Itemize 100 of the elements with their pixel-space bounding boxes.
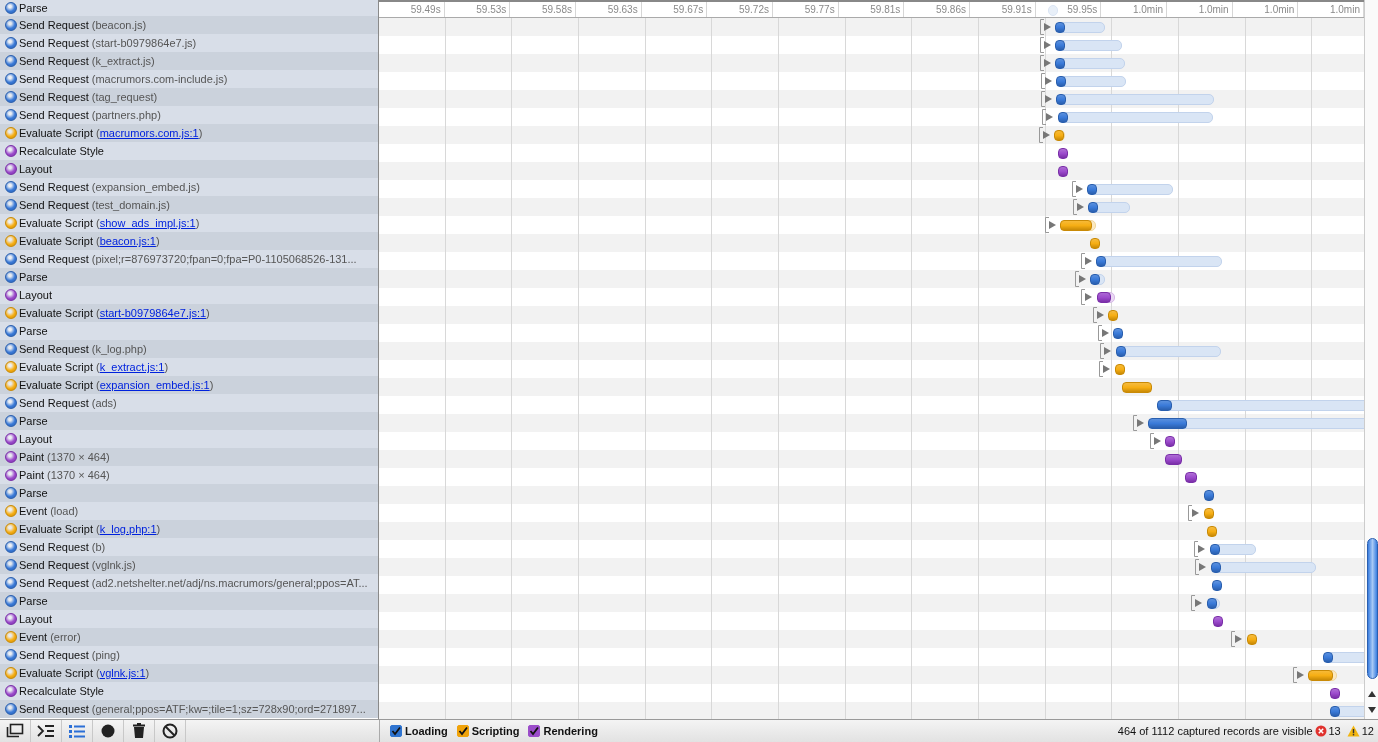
record-label: Send Request (k_extract.js) [19,55,155,67]
checkbox[interactable] [390,725,402,737]
record-type-icon [5,685,17,697]
status-text: 464 of 1112 captured records are visible [1117,725,1313,737]
record-type-icon [5,325,17,337]
record-bar [1088,202,1130,213]
record-type-icon [5,667,17,679]
record-type-icon [5,595,17,607]
record-type-icon [5,559,17,571]
record-bar [1113,328,1121,339]
scroll-thumb[interactable] [1367,538,1378,679]
expand-toggle[interactable] [1040,19,1053,35]
source-link[interactable]: beacon.js:1 [99,235,156,247]
tick-label: 59.67s [673,4,704,15]
record-type-icon [5,631,17,643]
record-bar [1060,220,1096,231]
expand-toggle[interactable] [1039,127,1052,143]
record-label: Send Request (b) [19,541,106,553]
expand-toggle[interactable] [1081,253,1094,269]
expand-toggle[interactable] [1040,55,1053,71]
error-count: 13 [1328,725,1341,737]
tick-label: 1.0min [1198,4,1229,15]
record-bar [1308,670,1337,681]
record-bar [1090,238,1098,249]
record-bar [1207,598,1220,609]
record-type-icon [5,379,17,391]
record-bar [1210,544,1256,555]
record-label: Parse [19,1,48,14]
record-label: Parse [19,415,48,427]
expand-toggle[interactable] [1093,307,1106,323]
expand-toggle[interactable] [1041,91,1054,107]
error-icon[interactable] [1314,725,1327,737]
record-type-icon [5,451,17,463]
record-label: Evaluate Script (k_extract.js:1) [19,361,169,373]
checkbox[interactable] [456,725,469,737]
record-type-icon [5,505,17,517]
record-label: Parse [19,487,48,499]
record-type-icon [5,649,17,661]
expand-toggle[interactable] [1073,199,1086,215]
expand-toggle[interactable] [1075,271,1088,287]
record-type-icon [5,613,17,625]
expand-toggle[interactable] [1150,433,1163,449]
record-type-icon [5,271,17,283]
record-label: Send Request (tag_request) [19,91,158,103]
tick-label: 1.0min [1329,4,1360,15]
filter-checkbox[interactable]: Rendering [528,725,598,737]
record-bar [1204,508,1212,519]
record-type-icon [5,253,17,265]
record-label: Parse [19,595,48,607]
record-bar [1204,490,1212,501]
expand-toggle[interactable] [1293,667,1306,683]
record-label: Parse [19,271,48,283]
record-label: Send Request (ad2.netshelter.net/adj/ns.macrumors/general;ppos=AT... [19,577,368,589]
source-link[interactable]: k_extract.js:1 [99,361,165,373]
record-type-icon [5,199,17,211]
record-bar [1056,76,1126,87]
window-icon [5,722,25,740]
record-type-icon [5,361,17,373]
source-link[interactable]: vglnk.js:1 [99,667,146,679]
filter-checkbox[interactable]: Loading [390,725,448,737]
record-bar [1058,148,1066,159]
source-link[interactable]: k_log.php:1 [99,523,157,535]
tick-label: 59.63s [607,4,638,15]
record-label: Evaluate Script (beacon.js:1) [19,235,160,247]
expand-toggle[interactable] [1040,37,1053,53]
record-label: Send Request (general;ppos=ATF;kw=;tile=1;sz=728x90;ord=271897... [19,703,366,715]
record-bar [1055,58,1125,69]
source-link[interactable]: expansion_embed.js:1 [99,379,210,391]
record-type-icon [5,19,17,31]
warning-icon[interactable] [1346,725,1360,737]
record-label: Event (error) [19,631,81,643]
record-bar [1055,22,1105,33]
console-icon [36,722,56,740]
expand-toggle[interactable] [1041,73,1054,89]
record-label: Layout [19,613,53,625]
record-type-icon [5,343,17,355]
record-label: Evaluate Script (macrumors.com.js:1) [19,127,203,139]
record-label: Recalculate Style [19,685,104,697]
expand-toggle[interactable] [1098,325,1111,341]
expand-toggle[interactable] [1045,217,1058,233]
record-bar [1213,616,1221,627]
checkbox[interactable] [528,725,541,737]
record-label: Send Request (ads) [19,397,117,409]
record-bar [1115,364,1125,375]
scrollbar[interactable] [1364,0,1378,719]
filter-checkbox[interactable]: Scripting [456,725,520,737]
expand-toggle[interactable] [1133,415,1146,431]
record-type-icon [5,577,17,589]
tick-label: 59.81s [870,4,901,15]
record-bar [1055,40,1122,51]
record-bar [1165,454,1182,465]
record-bar [1058,166,1066,177]
record-type-icon [5,703,17,715]
source-link[interactable]: macrumors.com.js:1 [99,127,199,139]
expand-toggle[interactable] [1072,181,1085,197]
record-bar [1097,292,1115,303]
record-type-icon [5,1,17,14]
record-type-icon [5,289,17,301]
source-link[interactable]: show_ads_impl.js:1 [99,217,196,229]
record-label: Send Request (partners.php) [19,109,161,121]
